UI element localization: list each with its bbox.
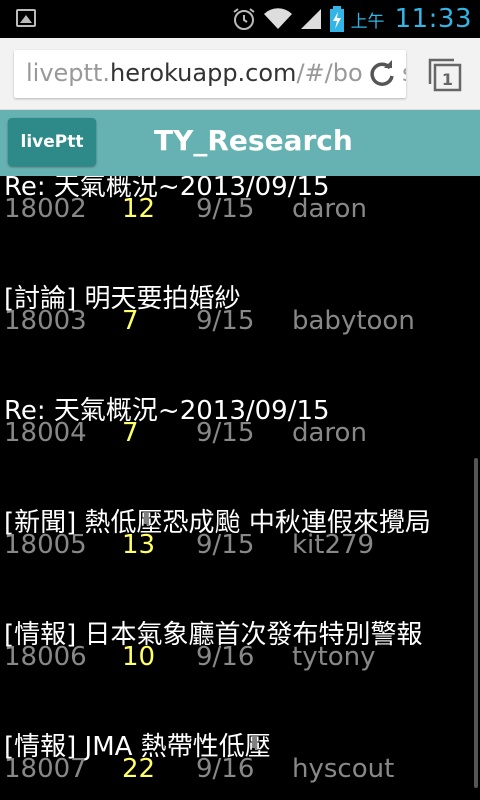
svg-text:1: 1 bbox=[442, 70, 453, 89]
signal-icon bbox=[300, 9, 321, 29]
post-author: tytony bbox=[292, 642, 376, 672]
url-host: herokuapp.com bbox=[110, 59, 297, 87]
post-id: 18003 bbox=[4, 306, 87, 336]
post-date: 9/15 bbox=[196, 530, 255, 560]
push-count: 22 bbox=[122, 754, 156, 784]
post-id: 18002 bbox=[4, 194, 87, 224]
post-author: daron bbox=[292, 418, 367, 448]
list-item[interactable]: [情報] JMA 熱帶性低壓 18007 22 9/16 hyscout bbox=[0, 726, 480, 800]
battery-charging-icon bbox=[329, 6, 344, 32]
ampm-label: 上午 bbox=[350, 11, 385, 32]
post-id: 18006 bbox=[4, 642, 87, 672]
list-item[interactable]: [討論] 明天要拍婚紗 18003 7 9/15 babytoon bbox=[0, 278, 480, 390]
board-title: TY_Research bbox=[154, 124, 353, 157]
list-item[interactable]: Re: 天氣概況~2013/09/15 18002 12 9/15 daron bbox=[0, 176, 480, 278]
list-item[interactable]: Re: 天氣概況~2013/09/15 18004 7 9/15 daron bbox=[0, 390, 480, 502]
post-date: 9/15 bbox=[196, 194, 255, 224]
reload-button[interactable] bbox=[364, 56, 400, 92]
app-header: livePtt TY_Research bbox=[0, 110, 480, 176]
post-author: kit279 bbox=[292, 530, 375, 560]
tabs-button[interactable]: 1 bbox=[428, 58, 462, 92]
post-id: 18005 bbox=[4, 530, 87, 560]
url-field[interactable]: liveptt.herokuapp.com/#/boards bbox=[14, 50, 406, 98]
push-count: 10 bbox=[122, 642, 156, 672]
clock: 11:33 bbox=[394, 4, 472, 34]
list-item[interactable]: [新聞] 熱低壓恐成颱 中秋連假來攪局 18005 13 9/15 kit279 bbox=[0, 502, 480, 614]
push-count: 7 bbox=[122, 418, 139, 448]
reload-icon bbox=[370, 60, 394, 86]
url-prefix: liveptt. bbox=[26, 59, 110, 87]
post-date: 9/15 bbox=[196, 306, 255, 336]
post-id: 18004 bbox=[4, 418, 87, 448]
push-count: 7 bbox=[122, 306, 139, 336]
post-date: 9/16 bbox=[196, 642, 255, 672]
alarm-icon bbox=[232, 8, 255, 30]
post-author: daron bbox=[292, 194, 367, 224]
post-date: 9/16 bbox=[196, 754, 255, 784]
wifi-icon bbox=[263, 8, 292, 30]
push-count: 12 bbox=[122, 194, 156, 224]
post-list: Re: 天氣概況~2013/09/15 18002 12 9/15 daron … bbox=[0, 176, 480, 800]
status-bar: 上午 11:33 bbox=[0, 0, 480, 38]
status-icons: 上午 11:33 bbox=[231, 4, 472, 34]
browser-toolbar: liveptt.herokuapp.com/#/boards 1 bbox=[0, 38, 480, 110]
post-date: 9/15 bbox=[196, 418, 255, 448]
url-text[interactable]: liveptt.herokuapp.com/#/boards bbox=[26, 59, 406, 87]
post-id: 18007 bbox=[4, 754, 87, 784]
image-notification-icon bbox=[16, 9, 36, 27]
push-count: 13 bbox=[122, 530, 156, 560]
post-author: babytoon bbox=[292, 306, 415, 336]
scrollbar[interactable] bbox=[474, 458, 478, 788]
list-item[interactable]: [情報] 日本氣象廳首次發布特別警報 18006 10 9/16 tytony bbox=[0, 614, 480, 726]
tabs-icon: 1 bbox=[428, 58, 462, 92]
post-author: hyscout bbox=[292, 754, 395, 784]
brand-button[interactable]: livePtt bbox=[8, 118, 96, 166]
